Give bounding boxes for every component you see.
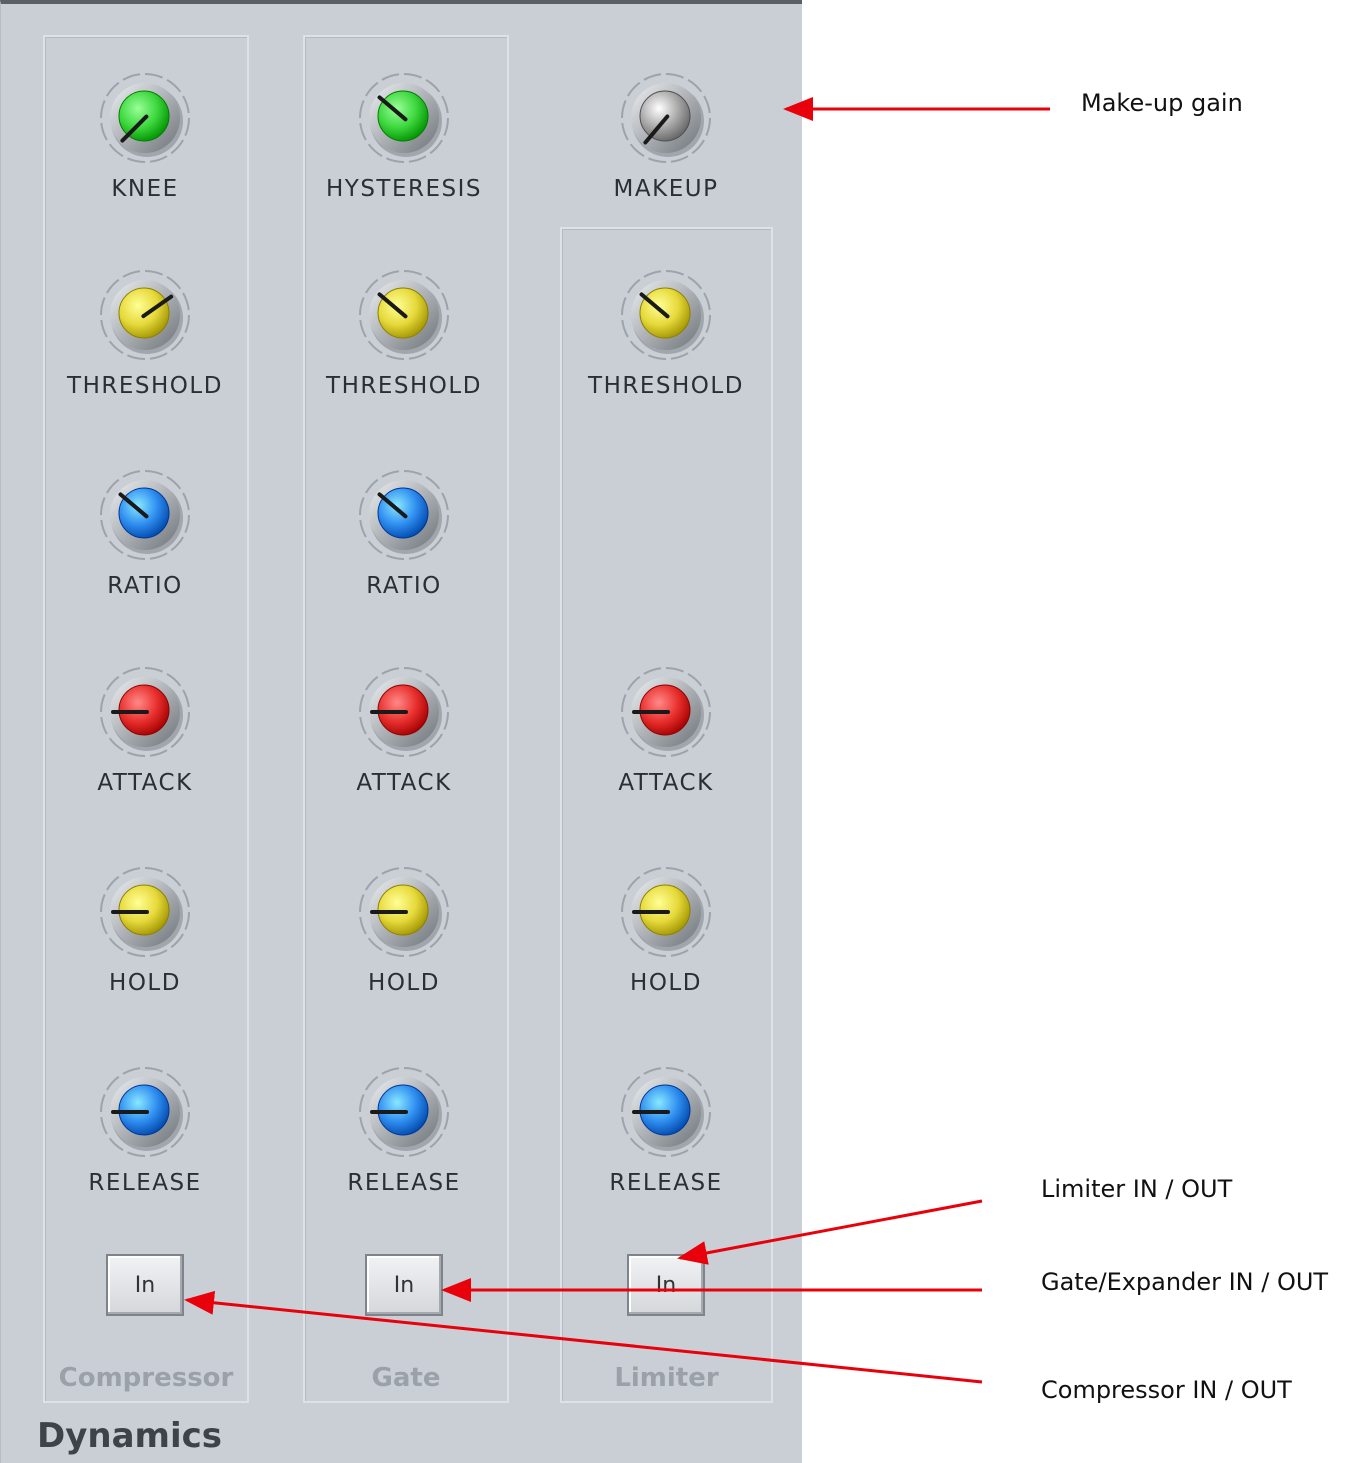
gate-group-label: Gate	[371, 1363, 441, 1393]
knob-label: HOLD	[630, 970, 702, 996]
gate-in-button[interactable]: In	[365, 1254, 443, 1316]
knob-icon	[359, 867, 449, 957]
knob-label: THRESHOLD	[326, 373, 482, 399]
knob-icon	[359, 1067, 449, 1157]
knob-icon	[359, 470, 449, 560]
panel-title: Dynamics	[37, 1416, 223, 1456]
limiter-release-knob[interactable]: RELEASE	[586, 1062, 746, 1196]
hysteresis-knob[interactable]: HYSTERESIS	[324, 68, 484, 202]
knob-icon	[621, 270, 711, 360]
compressor-in-button[interactable]: In	[106, 1254, 184, 1316]
gate-attack-knob[interactable]: ATTACK	[324, 662, 484, 796]
knob-icon	[621, 1067, 711, 1157]
knob-icon	[621, 73, 711, 163]
knob-label: RATIO	[107, 573, 183, 599]
knob-icon	[100, 1067, 190, 1157]
knob-label: HOLD	[368, 970, 440, 996]
knob-icon	[621, 667, 711, 757]
knob-label: RELEASE	[88, 1170, 202, 1196]
knob-label: MAKEUP	[613, 176, 719, 202]
gate-threshold-knob[interactable]: THRESHOLD	[324, 265, 484, 399]
knob-label: ATTACK	[356, 770, 452, 796]
knob-label: THRESHOLD	[588, 373, 744, 399]
knob-icon	[100, 470, 190, 560]
knob-label: HOLD	[109, 970, 181, 996]
annotation-limiter: Limiter IN / OUT	[1041, 1175, 1233, 1203]
knob-label: ATTACK	[97, 770, 193, 796]
knob-icon	[621, 867, 711, 957]
limiter-hold-knob[interactable]: HOLD	[586, 862, 746, 996]
limiter-in-button[interactable]: In	[627, 1254, 705, 1316]
compressor-group-label: Compressor	[58, 1363, 234, 1393]
compressor-hold-knob[interactable]: HOLD	[65, 862, 225, 996]
knob-label: RELEASE	[609, 1170, 723, 1196]
knob-icon	[100, 73, 190, 163]
compressor-attack-knob[interactable]: ATTACK	[65, 662, 225, 796]
knob-label: HYSTERESIS	[325, 176, 483, 202]
annotation-gate: Gate/Expander IN / OUT	[1041, 1268, 1329, 1296]
knob-label: THRESHOLD	[67, 373, 223, 399]
knob-icon	[359, 270, 449, 360]
compressor-release-knob[interactable]: RELEASE	[65, 1062, 225, 1196]
knob-icon	[100, 867, 190, 957]
knee-knob[interactable]: KNEE	[65, 68, 225, 202]
limiter-attack-knob[interactable]: ATTACK	[586, 662, 746, 796]
knob-icon	[100, 270, 190, 360]
knob-label: ATTACK	[618, 770, 714, 796]
gate-hold-knob[interactable]: HOLD	[324, 862, 484, 996]
annotation-compressor: Compressor IN / OUT	[1041, 1376, 1292, 1404]
knob-label: KNEE	[111, 176, 179, 202]
knob-icon	[100, 667, 190, 757]
knob-label: RELEASE	[347, 1170, 461, 1196]
limiter-threshold-knob[interactable]: THRESHOLD	[586, 265, 746, 399]
annotation-makeup: Make-up gain	[1081, 89, 1243, 117]
limiter-group-label: Limiter	[614, 1363, 719, 1393]
limiter-group: Limiter	[560, 227, 773, 1403]
knob-icon	[359, 73, 449, 163]
knob-icon	[359, 667, 449, 757]
compressor-ratio-knob[interactable]: RATIO	[65, 465, 225, 599]
gate-ratio-knob[interactable]: RATIO	[324, 465, 484, 599]
knob-label: RATIO	[366, 573, 442, 599]
makeup-knob[interactable]: MAKEUP	[586, 68, 746, 202]
gate-release-knob[interactable]: RELEASE	[324, 1062, 484, 1196]
compressor-threshold-knob[interactable]: THRESHOLD	[65, 265, 225, 399]
dynamics-panel: Compressor Gate Limiter KNEE THRESHOLD R…	[0, 0, 802, 1463]
